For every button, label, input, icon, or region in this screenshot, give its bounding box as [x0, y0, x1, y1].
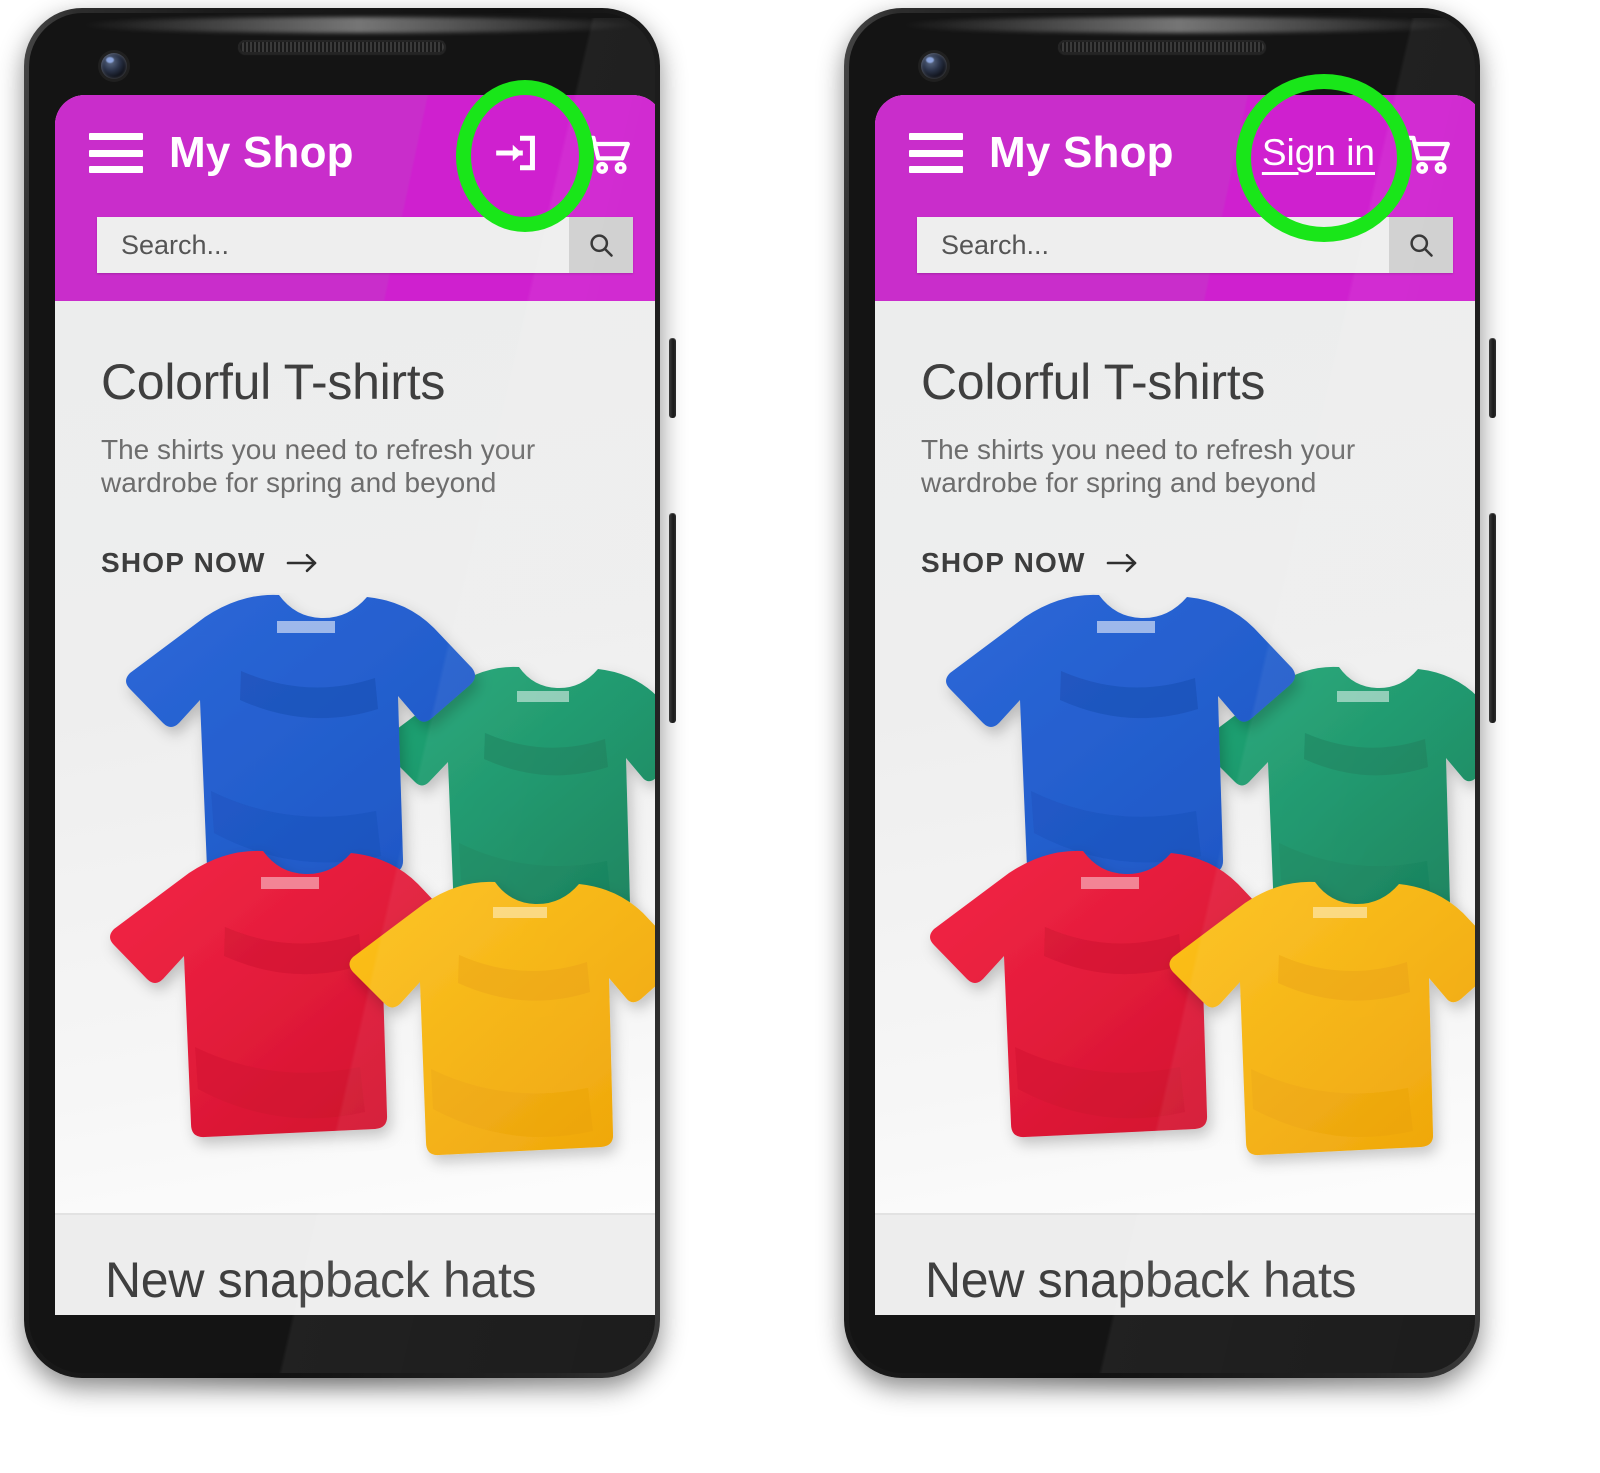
sign-in-link[interactable]: Sign in — [1262, 132, 1375, 174]
promo-subtitle: The shirts you need to refresh your ward… — [921, 434, 1356, 499]
magnifier-icon — [1410, 234, 1433, 257]
app-bar: My Shop — [55, 95, 655, 301]
phone-left: My Shop Search... Colorful T-shirts The … — [12, 8, 676, 1448]
phone-top-highlight — [899, 17, 1459, 33]
search-bar[interactable] — [917, 217, 1453, 273]
shop-now-label: SHOP NOW — [101, 547, 266, 579]
app-title: My Shop — [169, 128, 354, 177]
tshirt-collage-svg — [930, 594, 1475, 1156]
promo-title: Colorful T-shirts — [101, 354, 446, 410]
search-bar[interactable] — [97, 217, 633, 273]
hamburger-menu-icon[interactable] — [89, 133, 143, 173]
app-title: My Shop — [989, 128, 1174, 177]
promo-section-tshirts: Colorful T-shirts The shirts you need to… — [55, 301, 655, 1213]
search-submit-button[interactable] — [569, 217, 633, 273]
search-input[interactable] — [97, 217, 569, 273]
login-arrow-into-bracket-icon[interactable] — [490, 127, 542, 179]
front-camera-icon — [921, 53, 947, 79]
phone-body: My Shop Search... Colorful T-shirts The … — [29, 13, 655, 1373]
sign-in-control[interactable]: Sign in — [1262, 122, 1375, 184]
promo-section-tshirts: Colorful T-shirts The shirts you need to… — [875, 301, 1475, 1213]
promo-tshirts-image — [55, 593, 655, 1183]
page-content: Colorful T-shirts The shirts you need to… — [55, 301, 655, 1315]
power-button[interactable] — [669, 338, 676, 418]
front-camera-icon — [101, 53, 127, 79]
shop-now-cta[interactable]: SHOP NOW — [921, 547, 1140, 579]
magnifier-icon — [590, 234, 613, 257]
shop-now-label: SHOP NOW — [921, 547, 1086, 579]
shopping-cart-icon[interactable] — [1401, 126, 1455, 180]
app-bar: My Shop Sign in — [875, 95, 1475, 301]
earpiece-speaker — [1058, 40, 1266, 54]
promo-section-hats: New snapback hats Dashing, distinctive. … — [55, 1215, 655, 1315]
tshirt-collage-svg — [110, 594, 655, 1156]
arrow-right-icon — [1106, 553, 1136, 573]
promo2-title: New snapback hats — [105, 1252, 537, 1308]
earpiece-speaker — [238, 40, 446, 54]
phone-body: My Shop Sign in Search... Colorful T-shi… — [849, 13, 1475, 1373]
search-submit-button[interactable] — [1389, 217, 1453, 273]
phone-right: My Shop Sign in Search... Colorful T-shi… — [832, 8, 1496, 1448]
promo-subtitle: The shirts you need to refresh your ward… — [101, 434, 536, 499]
power-button[interactable] — [1489, 338, 1496, 418]
promo-tshirts-image — [875, 593, 1475, 1183]
promo-title: Colorful T-shirts — [921, 354, 1266, 410]
arrow-right-icon — [286, 553, 316, 573]
promo-section-hats: New snapback hats Dashing, distinctive. … — [875, 1215, 1475, 1315]
sign-in-control[interactable] — [477, 122, 555, 184]
phone-screen: My Shop Sign in Search... Colorful T-shi… — [875, 95, 1475, 1315]
phone-screen: My Shop Search... Colorful T-shirts The … — [55, 95, 655, 1315]
hamburger-menu-icon[interactable] — [909, 133, 963, 173]
comparison-figure: My Shop Search... Colorful T-shirts The … — [0, 0, 1600, 1473]
volume-rocker-button[interactable] — [1489, 513, 1496, 723]
promo2-title: New snapback hats — [925, 1252, 1357, 1308]
shop-now-cta[interactable]: SHOP NOW — [101, 547, 320, 579]
shopping-cart-icon[interactable] — [581, 126, 635, 180]
search-input[interactable] — [917, 217, 1389, 273]
page-content: Colorful T-shirts The shirts you need to… — [875, 301, 1475, 1315]
phone-top-highlight — [79, 17, 639, 33]
volume-rocker-button[interactable] — [669, 513, 676, 723]
